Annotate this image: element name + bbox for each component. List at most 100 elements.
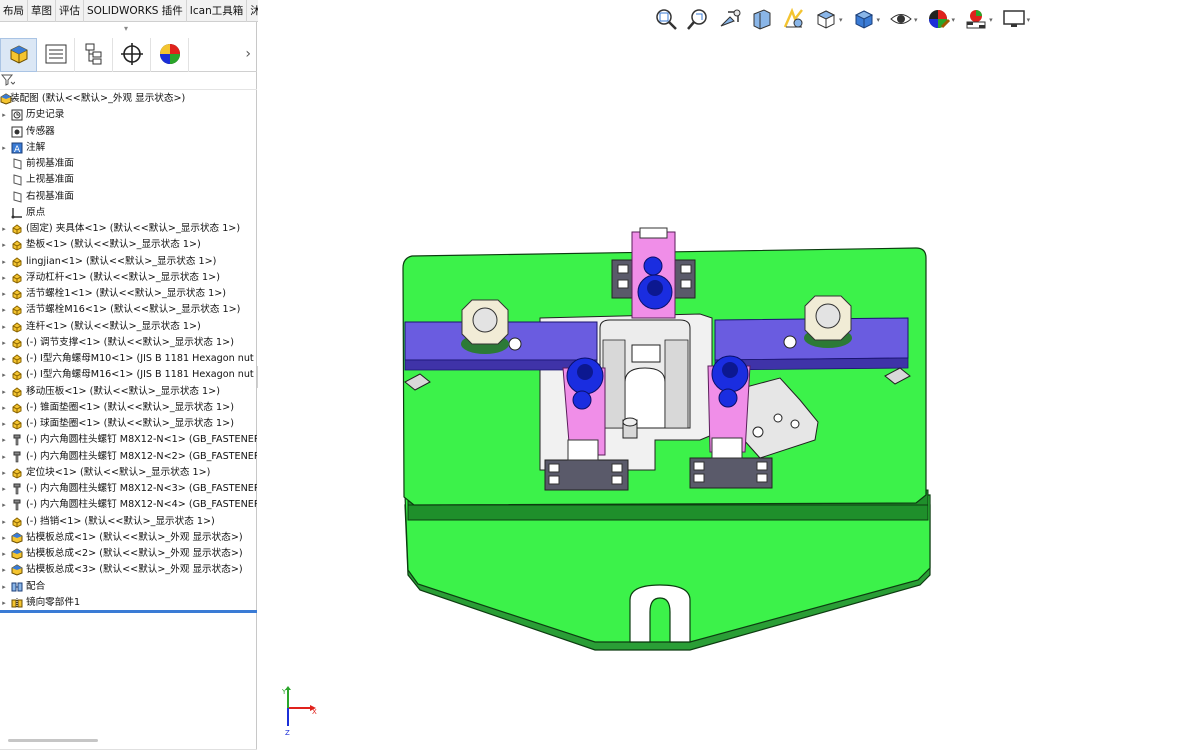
dropdown-arrow-icon[interactable]: ▾	[989, 16, 993, 24]
dynamic-annotation-icon	[782, 7, 806, 34]
expand-arrow-icon[interactable]: ▸	[0, 400, 8, 416]
zoom-to-fit-button[interactable]	[653, 7, 679, 33]
tree-item[interactable]: ▸ 活节螺栓1<1> (默认<<默认>_显示状态 1>)	[0, 286, 257, 302]
plane-icon	[11, 174, 23, 186]
expand-arrow-icon[interactable]: ▸	[0, 432, 8, 448]
display-manager-tab[interactable]	[152, 38, 189, 72]
expand-arrow-icon[interactable]: ▸	[0, 335, 8, 351]
tree-item-label: 右视基准面	[26, 190, 74, 202]
display-style-icon	[852, 7, 876, 34]
mirror-component-icon	[11, 597, 23, 609]
configurationmanager-tab[interactable]	[76, 38, 113, 72]
tree-item[interactable]: ▸ 镜向零部件1	[0, 595, 257, 611]
expand-arrow-icon[interactable]: ▸	[0, 595, 8, 611]
expand-arrow-icon[interactable]: ▸	[0, 497, 8, 513]
expand-arrow-icon[interactable]: ▸	[0, 384, 8, 400]
expand-arrow-icon[interactable]: ▸	[0, 221, 8, 237]
tree-item[interactable]: ▸ (-) 内六角圆柱头螺钉 M8X12-N<2> (GB_FASTENER_	[0, 449, 257, 465]
command-tab[interactable]: 布局	[0, 0, 28, 22]
panel-horizontal-scrollbar[interactable]	[8, 739, 98, 742]
tree-item[interactable]: ▸ 定位块<1> (默认<<默认>_显示状态 1>)	[0, 465, 257, 481]
tree-item[interactable]: ▸ 钻模板总成<1> (默认<<默认>_外观 显示状态>)	[0, 530, 257, 546]
featuremanager-tab[interactable]	[0, 38, 37, 72]
tree-item[interactable]: 上视基准面	[0, 172, 257, 188]
filter-icon[interactable]	[0, 74, 16, 89]
expand-arrow-icon[interactable]: ▸	[0, 449, 8, 465]
tree-item[interactable]: ▸ 钻模板总成<2> (默认<<默认>_外观 显示状态>)	[0, 546, 257, 562]
tree-item[interactable]: ▸ 连杆<1> (默认<<默认>_显示状态 1>)	[0, 319, 257, 335]
tree-item[interactable]: ▸ 垫板<1> (默认<<默认>_显示状态 1>)	[0, 237, 257, 253]
tree-item[interactable]: ▸ (-) 球面垫圈<1> (默认<<默认>_显示状态 1>)	[0, 416, 257, 432]
tree-item[interactable]: ▸ (-) 调节支撑<1> (默认<<默认>_显示状态 1>)	[0, 335, 257, 351]
tree-item[interactable]: ▸ (固定) 夹具体<1> (默认<<默认>_显示状态 1>)	[0, 221, 257, 237]
dropdown-arrow-icon[interactable]: ▾	[914, 16, 918, 24]
section-view-button[interactable]	[749, 7, 775, 33]
tree-item[interactable]: 前视基准面	[0, 156, 257, 172]
expand-arrow-icon[interactable]: ▸	[0, 237, 8, 253]
graphics-area[interactable]: ▾ ▾ ▾ ▾ ▾ ▾ X Y Z	[258, 0, 1200, 750]
expand-arrow-icon[interactable]: ▸	[0, 530, 8, 546]
zoom-to-area-button[interactable]	[685, 7, 711, 33]
tree-item[interactable]: ▸ 移动压板<1> (默认<<默认>_显示状态 1>)	[0, 384, 257, 400]
expand-arrow-icon[interactable]: ▸	[0, 107, 8, 123]
dropdown-arrow-icon[interactable]: ▾	[877, 16, 881, 24]
expand-arrow-icon[interactable]: ▸	[0, 367, 8, 383]
dimxpert-tab[interactable]	[114, 38, 151, 72]
expand-arrow-icon[interactable]: ▸	[0, 302, 8, 318]
tree-item[interactable]: 原点	[0, 205, 257, 221]
tree-root-assembly[interactable]: 装配图 (默认<<默认>_外观 显示状态>)	[0, 91, 257, 107]
tree-item[interactable]: ▸ lingjian<1> (默认<<默认>_显示状态 1>)	[0, 254, 257, 270]
dropdown-arrow-icon[interactable]: ▾	[952, 16, 956, 24]
color-wheel-icon	[158, 42, 182, 69]
tree-item[interactable]: 传感器	[0, 124, 257, 140]
view-orientation-button[interactable]	[813, 7, 839, 33]
edit-appearance-button[interactable]	[926, 7, 952, 33]
dropdown-arrow-icon[interactable]: ▾	[839, 16, 843, 24]
expand-arrow-icon[interactable]: ▸	[0, 465, 8, 481]
chevron-right-icon[interactable]: ›	[245, 46, 251, 62]
expand-arrow-icon[interactable]: ▸	[0, 546, 8, 562]
view-settings-button[interactable]	[1001, 7, 1027, 33]
expand-arrow-icon[interactable]: ▸	[0, 514, 8, 530]
command-tab[interactable]: SOLIDWORKS 插件	[84, 0, 187, 22]
tree-item[interactable]: ▸ (-) I型六角螺母M16<1> (JIS B 1181 Hexagon nu…	[0, 367, 257, 383]
tree-item[interactable]: ▸ (-) 内六角圆柱头螺钉 M8X12-N<4> (GB_FASTENER_	[0, 497, 257, 513]
expand-arrow-icon[interactable]: ▸	[0, 254, 8, 270]
tree-item[interactable]: ▸ (-) I型六角螺母M10<1> (JIS B 1181 Hexagon nu…	[0, 351, 257, 367]
display-style-button[interactable]	[851, 7, 877, 33]
tree-item[interactable]: ▸ 钻模板总成<3> (默认<<默认>_外观 显示状态>)	[0, 562, 257, 578]
propertymanager-tab[interactable]	[38, 38, 75, 72]
previous-view-button[interactable]	[717, 7, 743, 33]
reference-triad: X Y Z	[280, 686, 320, 739]
tree-item[interactable]: ▸ 历史记录	[0, 107, 257, 123]
dynamic-annotation-button[interactable]	[781, 7, 807, 33]
command-tab[interactable]: 草图	[28, 0, 56, 22]
assembly-model-view[interactable]	[258, 0, 1200, 750]
expand-arrow-icon[interactable]: ▸	[0, 562, 8, 578]
tree-item[interactable]: ▸ (-) 锥面垫圈<1> (默认<<默认>_显示状态 1>)	[0, 400, 257, 416]
expand-arrow-icon[interactable]: ▸	[0, 481, 8, 497]
command-tab[interactable]: 评估	[56, 0, 84, 22]
tree-item[interactable]: ▸ 浮动杠杆<1> (默认<<默认>_显示状态 1>)	[0, 270, 257, 286]
tree-item[interactable]: 右视基准面	[0, 189, 257, 205]
tree-item[interactable]: ▸ 活节螺栓M16<1> (默认<<默认>_显示状态 1>)	[0, 302, 257, 318]
tree-item[interactable]: ▸ (-) 挡销<1> (默认<<默认>_显示状态 1>)	[0, 514, 257, 530]
tree-item[interactable]: ▸ A 注解	[0, 140, 257, 156]
hide-show-items-button[interactable]	[888, 7, 914, 33]
expand-arrow-icon[interactable]: ▸	[0, 286, 8, 302]
expand-arrow-icon[interactable]: ▸	[0, 319, 8, 335]
command-tab[interactable]: Ican工具箱	[187, 0, 248, 22]
expand-arrow-icon[interactable]: ▸	[0, 140, 8, 156]
screw-icon	[11, 451, 23, 463]
tree-item[interactable]: ▸ (-) 内六角圆柱头螺钉 M8X12-N<3> (GB_FASTENER_	[0, 481, 257, 497]
tree-filter-row[interactable]	[0, 72, 257, 90]
tree-item[interactable]: ▸ (-) 内六角圆柱头螺钉 M8X12-N<1> (GB_FASTENER_	[0, 432, 257, 448]
expand-arrow-icon[interactable]: ▸	[0, 416, 8, 432]
apply-scene-button[interactable]	[963, 7, 989, 33]
collapse-panel-icon[interactable]: ▾	[121, 25, 131, 33]
tree-item[interactable]: ▸ 配合	[0, 579, 257, 595]
expand-arrow-icon[interactable]: ▸	[0, 579, 8, 595]
expand-arrow-icon[interactable]: ▸	[0, 351, 8, 367]
expand-arrow-icon[interactable]: ▸	[0, 270, 8, 286]
dropdown-arrow-icon[interactable]: ▾	[1027, 16, 1031, 24]
